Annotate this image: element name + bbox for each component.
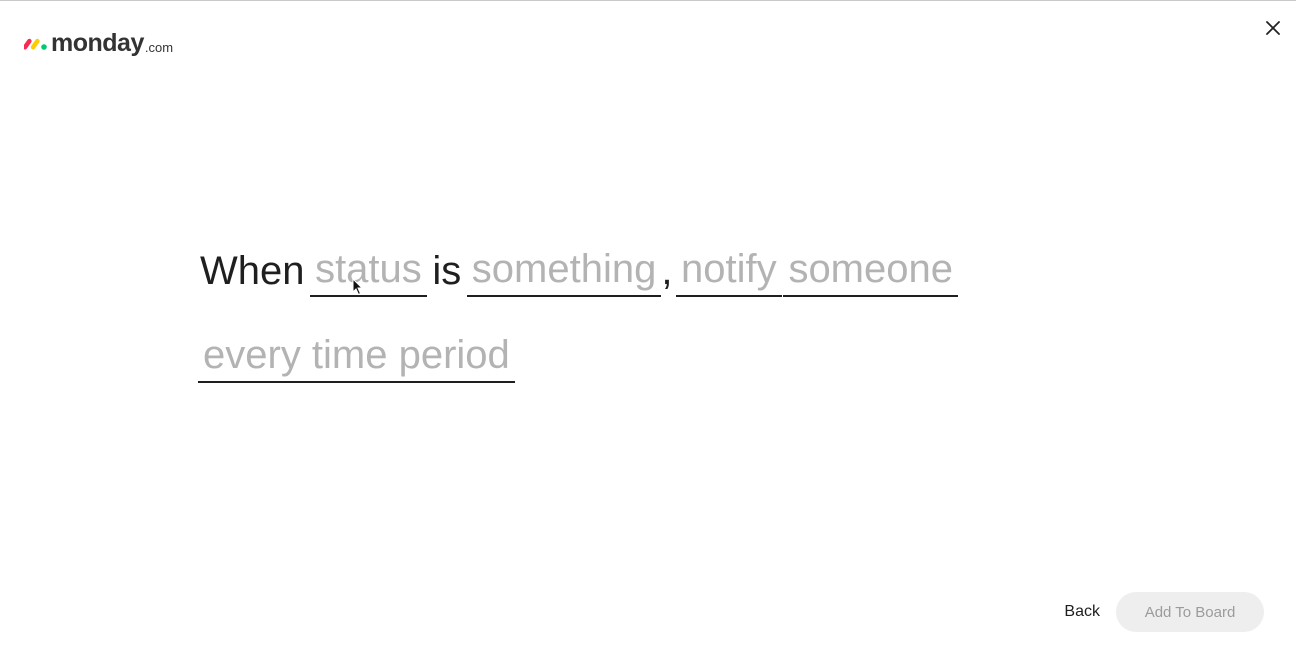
recipe-line-2: every time period (198, 327, 958, 383)
back-button[interactable]: Back (1064, 603, 1100, 621)
target-slot[interactable]: someone (783, 243, 958, 297)
logo-wordmark: monday (51, 28, 144, 57)
close-button[interactable] (1262, 17, 1284, 39)
action-slot[interactable]: notify (676, 243, 782, 297)
monday-logo: monday .com (24, 27, 173, 59)
monday-logo-icon (24, 38, 47, 50)
frequency-slot[interactable]: every time period (198, 329, 515, 383)
close-icon (1266, 21, 1280, 35)
comma-label: , (661, 249, 673, 293)
recipe-line-1: When status is something , notify someon… (198, 241, 958, 297)
is-label: is (432, 249, 462, 293)
automation-recipe-dialog: monday .com When status is something , n… (0, 0, 1296, 662)
dialog-footer: Back Add To Board (1064, 592, 1264, 632)
add-to-board-button[interactable]: Add To Board (1116, 592, 1264, 632)
when-label: When (200, 249, 305, 293)
trigger-value-slot[interactable]: something (466, 243, 662, 297)
logo-suffix: .com (144, 39, 174, 55)
recipe-sentence: When status is something , notify someon… (198, 241, 958, 383)
trigger-field-slot[interactable]: status (310, 243, 427, 297)
mouse-cursor-icon (352, 278, 364, 296)
